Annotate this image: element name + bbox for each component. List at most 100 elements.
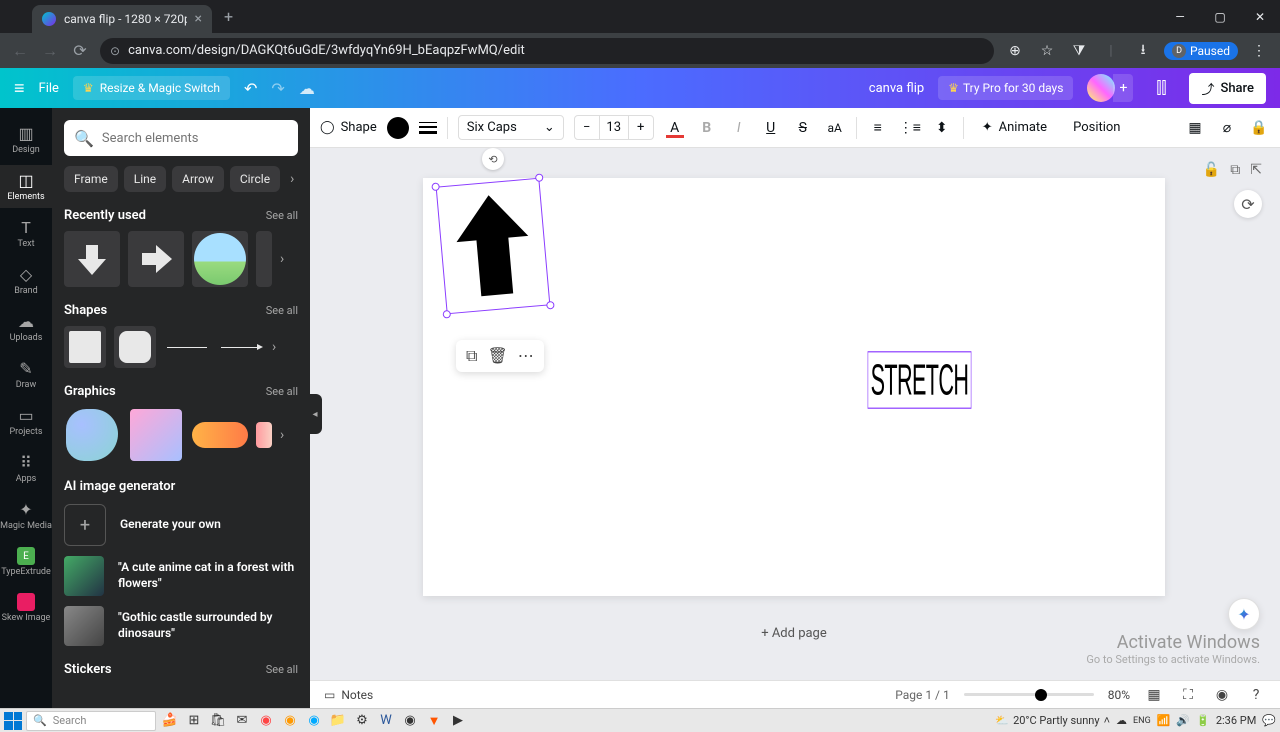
recent-arrow-down[interactable] bbox=[64, 231, 120, 287]
downloads-icon[interactable]: ⭳ bbox=[1132, 39, 1154, 63]
stickers-see-all[interactable]: See all bbox=[266, 663, 298, 676]
add-page-button[interactable]: + Add page bbox=[423, 618, 1165, 649]
user-avatar[interactable] bbox=[1087, 74, 1115, 102]
rail-draw[interactable]: ✎Draw bbox=[0, 353, 52, 396]
rail-projects[interactable]: ▭Projects bbox=[0, 400, 52, 443]
chip-line[interactable]: Line bbox=[124, 166, 166, 192]
resize-handle-tr[interactable] bbox=[535, 173, 544, 182]
duplicate-page-icon[interactable]: ⧉ bbox=[1230, 162, 1240, 178]
rail-design[interactable]: ▥Design bbox=[0, 118, 52, 161]
grid-view-button[interactable]: ▦ bbox=[1144, 687, 1164, 703]
weather-widget[interactable]: ⛅20°C Partly sunny bbox=[995, 714, 1099, 727]
duplicate-button[interactable]: ⧉ bbox=[466, 346, 477, 366]
font-size-increase[interactable]: + bbox=[629, 116, 653, 139]
shape-line[interactable] bbox=[164, 326, 210, 368]
graphic-gradient-square[interactable] bbox=[128, 407, 184, 463]
task-view-icon[interactable]: ⊞ bbox=[184, 711, 204, 731]
rail-typeextrude[interactable]: ETypeExtrude bbox=[0, 541, 52, 583]
task-edge-icon[interactable]: ◉ bbox=[304, 711, 324, 731]
font-size-value[interactable]: 13 bbox=[599, 116, 629, 139]
lock-button[interactable]: 🔒 bbox=[1248, 120, 1270, 136]
rotation-indicator[interactable]: ⟲ bbox=[482, 148, 504, 170]
cloud-sync-icon[interactable]: ☁ bbox=[299, 79, 315, 98]
url-input[interactable]: ⊙ canva.com/design/DAGKQt6uGdE/3wfdyqYn6… bbox=[100, 38, 994, 64]
strikethrough-button[interactable]: S bbox=[792, 120, 814, 136]
task-settings-icon[interactable]: ⚙ bbox=[352, 711, 372, 731]
task-cake-icon[interactable]: 🍰 bbox=[160, 711, 180, 731]
minimize-button[interactable]: — bbox=[1160, 0, 1200, 33]
rail-skew-image[interactable]: Skew Image bbox=[0, 587, 52, 629]
profile-chip[interactable]: D Paused bbox=[1164, 42, 1238, 60]
recent-landscape-frame[interactable] bbox=[192, 231, 248, 287]
more-options-button[interactable]: ⋯ bbox=[518, 346, 534, 366]
share-button[interactable]: ⤴ Share bbox=[1189, 73, 1266, 104]
ai-prompt-1[interactable]: "A cute anime cat in a forest with flowe… bbox=[64, 556, 298, 596]
notes-button[interactable]: ▭Notes bbox=[324, 688, 373, 702]
collapse-panel-handle[interactable]: ◂ bbox=[310, 394, 322, 434]
rail-text[interactable]: TText bbox=[0, 212, 52, 255]
task-media-icon[interactable]: ▶ bbox=[448, 711, 468, 731]
animate-button[interactable]: ✦Animate bbox=[974, 116, 1055, 139]
ai-prompt-2[interactable]: "Gothic castle surrounded by dinosaurs" bbox=[64, 606, 298, 646]
design-page[interactable]: STRETCH bbox=[423, 178, 1165, 596]
shape-arrow-line[interactable] bbox=[218, 326, 264, 368]
undo-button[interactable]: ↶ bbox=[244, 79, 257, 98]
reload-button[interactable]: ⟳ bbox=[70, 41, 90, 60]
zoom-indicator-icon[interactable]: ⊕ bbox=[1004, 43, 1026, 59]
search-field[interactable] bbox=[102, 131, 288, 146]
task-chrome-icon[interactable]: ◉ bbox=[400, 711, 420, 731]
tray-volume[interactable]: 🔊 bbox=[1176, 714, 1190, 727]
edit-shape-button[interactable]: ◯Shape bbox=[320, 120, 377, 135]
recent-item-4[interactable] bbox=[256, 231, 272, 287]
task-brave-icon[interactable]: ▼ bbox=[424, 711, 444, 731]
task-app-2[interactable]: ◉ bbox=[280, 711, 300, 731]
back-button[interactable]: ← bbox=[10, 41, 30, 61]
position-button[interactable]: Position bbox=[1065, 116, 1128, 139]
close-window-button[interactable]: ✕ bbox=[1240, 0, 1280, 33]
shape-rounded-square[interactable] bbox=[114, 326, 156, 368]
text-case-button[interactable]: aA bbox=[824, 121, 846, 135]
chrome-menu-icon[interactable]: ⋮ bbox=[1248, 43, 1270, 59]
tray-wifi[interactable]: 📶 bbox=[1157, 714, 1171, 727]
page-lock-icon[interactable]: 🔓 bbox=[1203, 162, 1220, 178]
resize-handle-br[interactable] bbox=[546, 301, 555, 310]
chip-arrow[interactable]: Arrow bbox=[172, 166, 224, 192]
document-title[interactable]: canva flip bbox=[869, 81, 924, 96]
rail-magic-media[interactable]: ✦Magic Media bbox=[0, 494, 52, 537]
rail-apps[interactable]: ⠿Apps bbox=[0, 447, 52, 490]
recently-see-all[interactable]: See all bbox=[266, 209, 298, 222]
extensions-icon[interactable]: ⧩ bbox=[1068, 43, 1090, 59]
page-options-icon[interactable]: ⇱ bbox=[1250, 162, 1262, 178]
spacing-button[interactable]: ⬍ bbox=[931, 120, 953, 136]
zoom-slider[interactable] bbox=[964, 693, 1094, 696]
rail-elements[interactable]: ◫Elements bbox=[0, 165, 52, 208]
analytics-button[interactable]: ⫿⫿ bbox=[1147, 78, 1175, 98]
graphics-see-all[interactable]: See all bbox=[266, 385, 298, 398]
forward-button[interactable]: → bbox=[40, 41, 60, 61]
transparency-button[interactable]: ▦ bbox=[1184, 120, 1206, 136]
search-elements-input[interactable]: 🔍 bbox=[64, 120, 298, 156]
tray-lang[interactable]: ENG bbox=[1133, 716, 1151, 726]
font-size-decrease[interactable]: − bbox=[575, 116, 599, 139]
file-menu[interactable]: File bbox=[39, 81, 59, 96]
browser-tab[interactable]: canva flip - 1280 × 720px × bbox=[32, 5, 212, 33]
shapes-see-all[interactable]: See all bbox=[266, 304, 298, 317]
selected-arrow-element[interactable] bbox=[436, 178, 551, 315]
graphic-item-4[interactable] bbox=[256, 422, 272, 448]
regenerate-button[interactable]: ⟳ bbox=[1234, 190, 1262, 218]
chip-circle[interactable]: Circle bbox=[230, 166, 280, 192]
site-info-icon[interactable]: ⊙ bbox=[110, 44, 120, 58]
try-pro-button[interactable]: ♛ Try Pro for 30 days bbox=[938, 76, 1073, 100]
start-button[interactable] bbox=[4, 712, 22, 730]
tray-notifications[interactable]: 💬 bbox=[1262, 714, 1276, 727]
main-menu-button[interactable]: ≡ bbox=[14, 78, 25, 99]
maximize-button[interactable]: ▢ bbox=[1200, 0, 1240, 33]
shapes-scroll-right[interactable]: › bbox=[272, 339, 276, 355]
graphic-blob[interactable] bbox=[64, 407, 120, 463]
new-tab-button[interactable]: + bbox=[224, 7, 233, 26]
graphic-gradient-pill[interactable] bbox=[192, 407, 248, 463]
text-color-button[interactable]: A bbox=[664, 120, 686, 136]
tray-time[interactable]: 2:36 PM bbox=[1216, 714, 1256, 727]
bookmark-icon[interactable]: ☆ bbox=[1036, 43, 1058, 59]
tray-chevron[interactable]: ˄ bbox=[1104, 714, 1110, 727]
